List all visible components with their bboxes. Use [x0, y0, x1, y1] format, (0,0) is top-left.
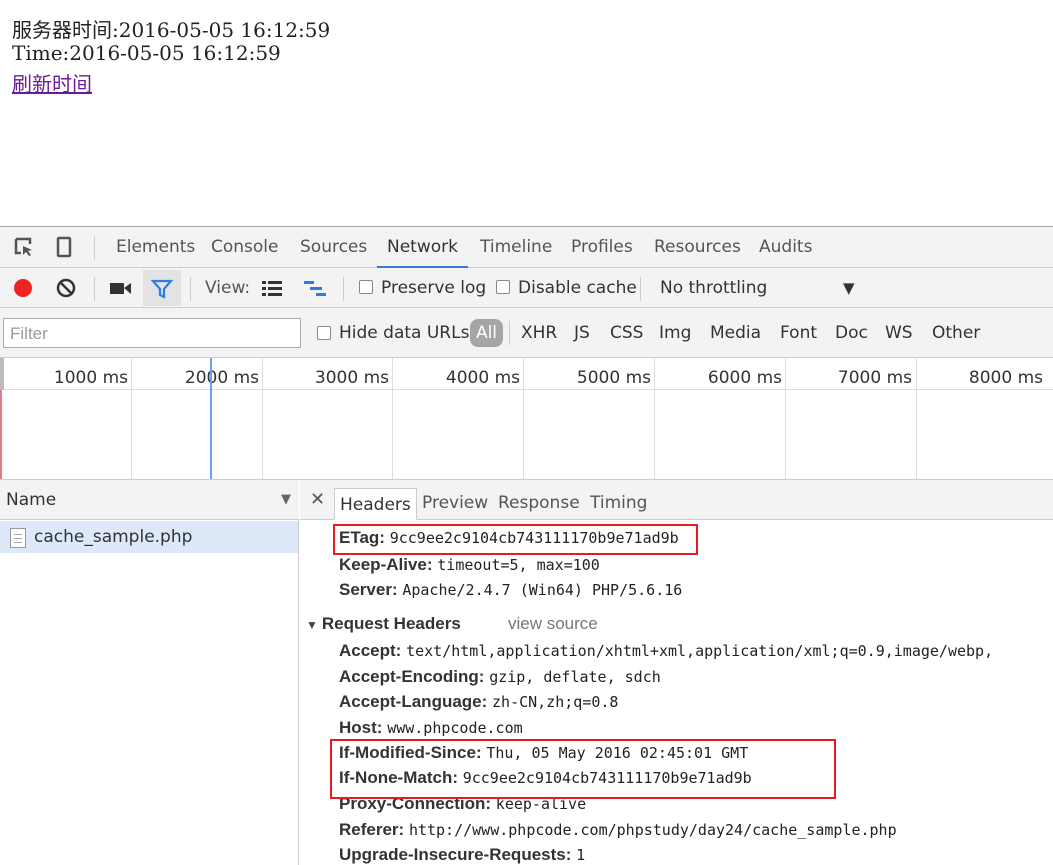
preserve-log-label: Preserve log	[381, 278, 487, 298]
network-timeline-overview[interactable]: 1000 ms 2000 ms 3000 ms 4000 ms 5000 ms …	[0, 358, 1053, 480]
disable-cache-checkbox[interactable]	[496, 280, 510, 294]
overview-waterfall-icon[interactable]	[303, 279, 327, 297]
timeline-gridline	[523, 358, 524, 479]
request-name: cache_sample.php	[34, 527, 193, 547]
load-event-marker	[0, 390, 2, 479]
filter-icon[interactable]	[151, 278, 173, 300]
timeline-tick-label: 4000 ms	[445, 368, 520, 388]
filter-separator	[509, 321, 510, 345]
toolbar-separator	[640, 277, 641, 301]
header-accept-encoding: Accept-Encoding: gzip, deflate, sdch	[339, 667, 661, 686]
tab-network[interactable]: Network	[377, 227, 468, 268]
request-headers-section-title[interactable]: ▼ Request Headers	[306, 613, 461, 636]
network-toolbar: View: Preserve log Disable cache No thro…	[0, 268, 1053, 308]
timeline-tick-label: 5000 ms	[576, 368, 651, 388]
tab-headers[interactable]: Headers	[334, 488, 417, 520]
filter-type-media[interactable]: Media	[710, 308, 761, 358]
header-accept: Accept: text/html,application/xhtml+xml,…	[339, 641, 994, 660]
toolbar-separator	[190, 277, 191, 301]
filter-type-ws[interactable]: WS	[885, 308, 913, 358]
hide-data-urls-checkbox[interactable]	[317, 326, 331, 340]
highlight-box-conditional-headers	[330, 739, 836, 799]
inspect-element-icon[interactable]	[13, 236, 35, 258]
timeline-gridline	[131, 358, 132, 479]
collapse-triangle-icon[interactable]: ▼	[306, 618, 318, 632]
filter-type-xhr[interactable]: XHR	[521, 308, 557, 358]
close-icon[interactable]: ✕	[310, 480, 325, 520]
tab-profiles[interactable]: Profiles	[571, 227, 633, 268]
camera-icon[interactable]	[109, 279, 133, 297]
headers-content: ETag: 9cc9ee2c9104cb743111170b9e71ad9b K…	[300, 521, 1053, 865]
disable-cache-label: Disable cache	[518, 278, 637, 298]
timeline-tick-label: 3000 ms	[314, 368, 389, 388]
header-upgrade-insecure-requests: Upgrade-Insecure-Requests: 1	[339, 845, 586, 864]
throttling-select[interactable]: No throttling	[660, 268, 767, 308]
header-accept-language: Accept-Language: zh-CN,zh;q=0.8	[339, 692, 619, 711]
tab-resources[interactable]: Resources	[654, 227, 741, 268]
toolbar-separator	[94, 277, 95, 301]
clear-icon[interactable]	[55, 277, 77, 299]
tab-timing[interactable]: Timing	[590, 480, 647, 520]
tab-console[interactable]: Console	[211, 227, 279, 268]
filter-input[interactable]: Filter	[3, 318, 301, 348]
detail-tab-bar: ✕ Headers Preview Response Timing	[300, 480, 1053, 520]
timeline-tick-label: 7000 ms	[837, 368, 912, 388]
filter-type-img[interactable]: Img	[659, 308, 691, 358]
timeline-gridline	[916, 358, 917, 479]
timeline-gridline	[654, 358, 655, 479]
devtools-tab-bar: Elements Console Sources Network Timelin…	[0, 227, 1053, 268]
chevron-down-icon[interactable]: ▼	[843, 268, 855, 308]
filter-type-doc[interactable]: Doc	[835, 308, 868, 358]
timeline-tick-label: 2000 ms	[184, 368, 259, 388]
document-icon	[10, 528, 26, 548]
hide-data-urls-label: Hide data URLs	[339, 323, 470, 343]
tab-timeline[interactable]: Timeline	[480, 227, 552, 268]
header-host: Host: www.phpcode.com	[339, 718, 523, 737]
time-text: Time:2016-05-05 16:12:59	[12, 41, 281, 65]
device-mode-icon[interactable]	[53, 236, 75, 258]
devtools-panel: Elements Console Sources Network Timelin…	[0, 226, 1053, 865]
filter-type-css[interactable]: CSS	[610, 308, 643, 358]
filter-type-all[interactable]: All	[470, 319, 503, 347]
record-icon[interactable]	[12, 277, 34, 299]
timeline-tick-label: 1000 ms	[53, 368, 128, 388]
server-time-text: 服务器时间:2016-05-05 16:12:59	[12, 18, 331, 42]
filter-type-js[interactable]: JS	[574, 308, 590, 358]
refresh-time-link[interactable]: 刷新时间	[12, 68, 92, 97]
tab-audits[interactable]: Audits	[759, 227, 812, 268]
timeline-gridline	[262, 358, 263, 479]
view-label: View:	[205, 278, 251, 298]
filter-type-font[interactable]: Font	[780, 308, 817, 358]
tab-sources[interactable]: Sources	[300, 227, 367, 268]
tab-preview[interactable]: Preview	[422, 480, 488, 520]
network-filter-bar: Filter Hide data URLs All XHR JS CSS Img…	[0, 308, 1053, 358]
preserve-log-checkbox[interactable]	[359, 280, 373, 294]
requests-name-column: Name ▼ cache_sample.php	[0, 480, 299, 865]
timeline-gridline	[392, 358, 393, 479]
header-server: Server: Apache/2.4.7 (Win64) PHP/5.6.16	[339, 580, 683, 599]
request-row[interactable]: cache_sample.php	[0, 521, 298, 553]
timeline-gridline	[785, 358, 786, 479]
tab-response[interactable]: Response	[498, 480, 580, 520]
toolbar-separator	[343, 277, 344, 301]
name-header-label: Name	[6, 490, 57, 510]
view-source-link[interactable]: view source	[508, 613, 598, 635]
timeline-start-marker	[0, 358, 4, 390]
timeline-tick-label: 8000 ms	[968, 368, 1043, 388]
name-column-header[interactable]: Name ▼	[0, 480, 299, 520]
header-keep-alive: Keep-Alive: timeout=5, max=100	[339, 555, 600, 574]
highlight-box-etag	[333, 524, 698, 555]
request-detail-pane: ✕ Headers Preview Response Timing ETag: …	[300, 480, 1053, 865]
tab-elements[interactable]: Elements	[116, 227, 195, 268]
timeline-tick-label: 6000 ms	[707, 368, 782, 388]
large-rows-icon[interactable]	[261, 279, 283, 297]
header-referer: Referer: http://www.phpcode.com/phpstudy…	[339, 820, 897, 839]
sort-arrow-icon[interactable]: ▼	[281, 480, 291, 520]
filter-type-other[interactable]: Other	[932, 308, 980, 358]
tab-separator	[94, 236, 95, 260]
dom-content-loaded-marker	[210, 358, 212, 479]
